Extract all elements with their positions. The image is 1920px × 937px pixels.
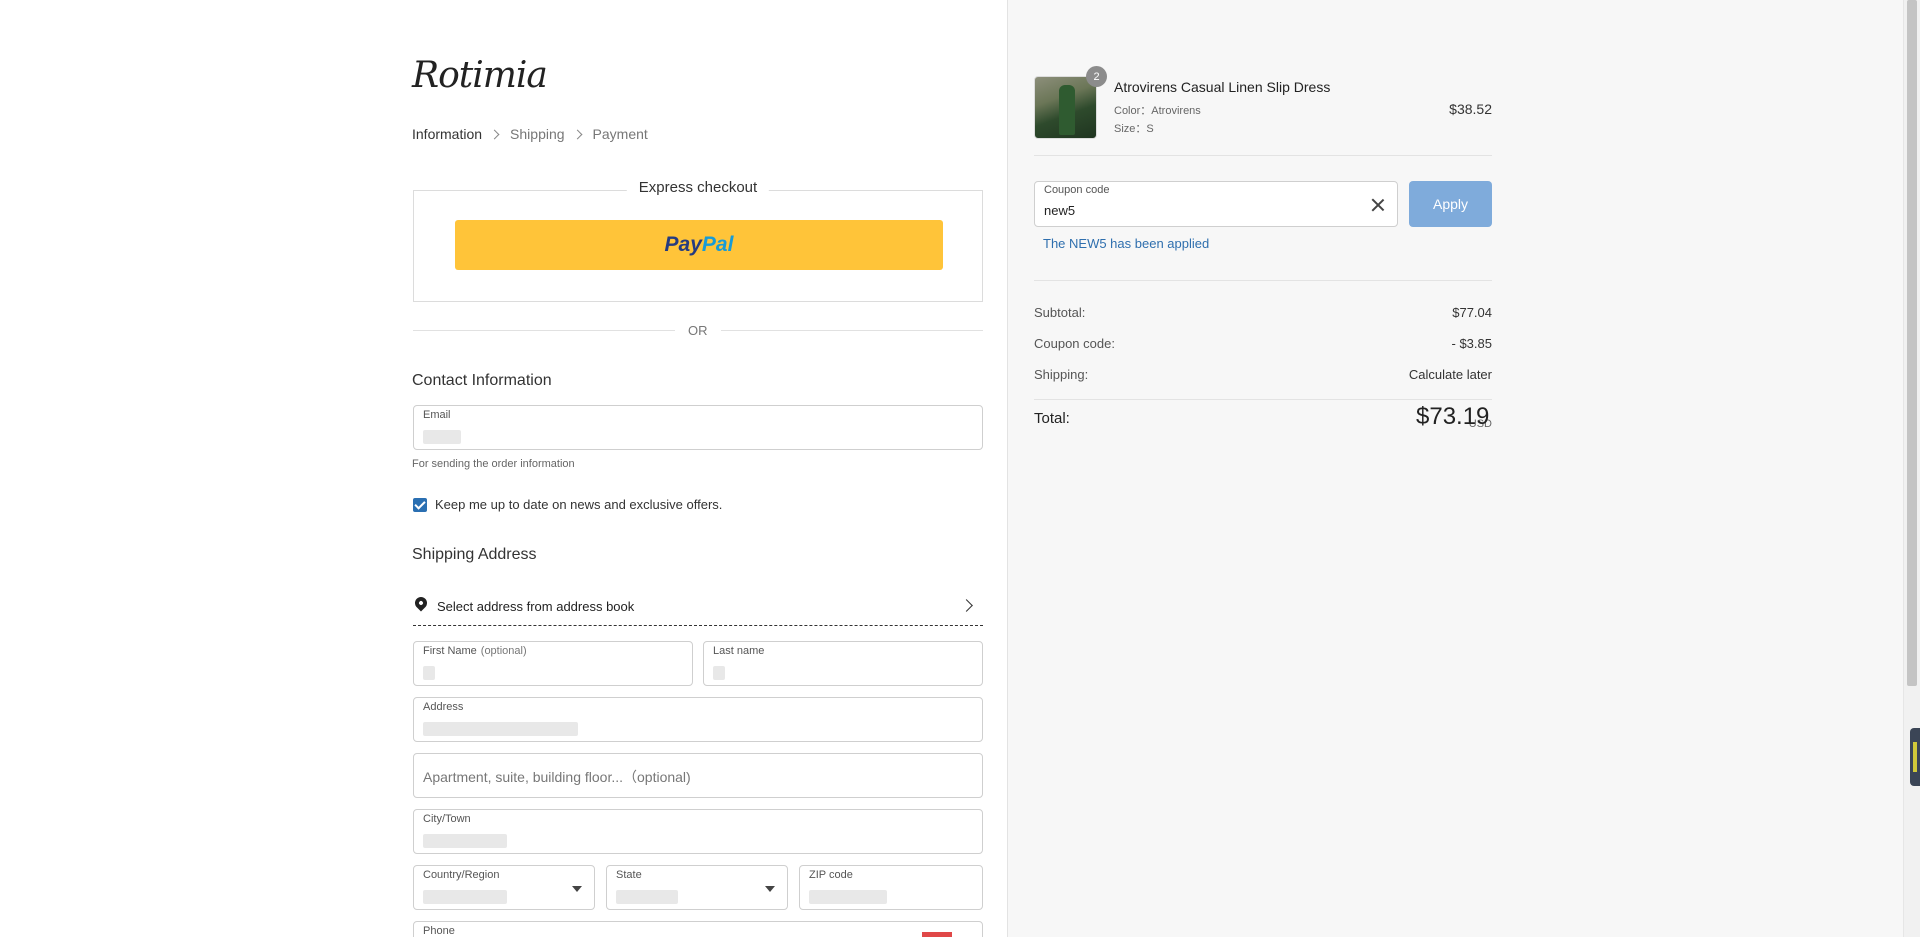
paypal-button[interactable]: Pay Pal xyxy=(455,220,943,270)
city-label: City/Town xyxy=(423,813,471,825)
email-helper-text: For sending the order information xyxy=(412,458,575,470)
newsletter-label: Keep me up to date on news and exclusive… xyxy=(435,497,723,512)
breadcrumb: Information Shipping Payment xyxy=(412,126,648,142)
product-image xyxy=(1034,76,1097,139)
summary-divider xyxy=(1034,280,1492,281)
shipping-row: Shipping: Calculate later xyxy=(1034,367,1492,382)
first-name-field[interactable]: First Name (optional) xyxy=(413,641,693,686)
subtotal-value: $77.04 xyxy=(1452,305,1492,320)
phone-label: Phone xyxy=(423,925,455,937)
last-name-field[interactable]: Last name xyxy=(703,641,983,686)
shipping-section-title: Shipping Address xyxy=(412,546,537,563)
shipping-value: Calculate later xyxy=(1408,367,1492,382)
subtotal-label: Subtotal: xyxy=(1034,305,1086,320)
cart-item: 2 Atrovirens Casual Linen Slip Dress Col… xyxy=(1034,66,1492,156)
express-checkout-box: Express checkout Pay Pal xyxy=(413,179,983,302)
coupon-discount-value: - $3.85 xyxy=(1451,336,1492,351)
chevron-right-icon xyxy=(489,129,500,139)
product-size: Size：S xyxy=(1114,123,1154,135)
product-price: $38.52 xyxy=(1449,101,1492,117)
scrollbar-thumb[interactable] xyxy=(1907,0,1917,686)
close-icon[interactable] xyxy=(1371,198,1385,212)
total-value: $73.19 xyxy=(1416,403,1490,430)
city-value-redacted xyxy=(423,834,507,848)
country-select[interactable]: Country/Region xyxy=(413,865,595,910)
apartment-field[interactable]: Apartment, suite, building floor...（opti… xyxy=(413,753,983,798)
state-value-redacted xyxy=(616,890,678,904)
apply-coupon-button[interactable]: Apply xyxy=(1409,181,1492,227)
coupon-value: new5 xyxy=(1044,203,1076,218)
caret-down-icon xyxy=(572,886,582,892)
breadcrumb-payment: Payment xyxy=(592,126,648,142)
total-label: Total: xyxy=(1034,410,1070,427)
breadcrumb-information[interactable]: Information xyxy=(412,126,482,142)
newsletter-checkbox-row[interactable]: Keep me up to date on news and exclusive… xyxy=(413,497,722,512)
address-value-redacted xyxy=(423,722,578,736)
state-select[interactable]: State xyxy=(606,865,788,910)
city-field[interactable]: City/Town xyxy=(413,809,983,854)
side-widget-tab[interactable] xyxy=(1910,728,1920,786)
paypal-logo-part1: Pay xyxy=(664,233,702,256)
email-field-label: Email xyxy=(423,409,451,421)
address-label: Address xyxy=(423,701,464,713)
product-name: Atrovirens Casual Linen Slip Dress xyxy=(1114,79,1331,95)
zip-value-redacted xyxy=(809,890,887,904)
location-pin-icon xyxy=(412,594,430,611)
last-name-label: Last name xyxy=(713,645,765,657)
express-checkout-title: Express checkout xyxy=(626,179,770,196)
country-label: Country/Region xyxy=(423,869,500,881)
coupon-label: Coupon code xyxy=(1044,184,1110,196)
coupon-discount-row: Coupon code: - $3.85 xyxy=(1034,336,1492,351)
page-scrollbar[interactable] xyxy=(1903,0,1920,937)
checkout-form-column: Rotimia Information Shipping Payment Exp… xyxy=(0,0,1007,937)
contact-section-title: Contact Information xyxy=(412,372,552,389)
coupon-code-field[interactable]: Coupon code new5 xyxy=(1034,181,1398,227)
apartment-placeholder: Apartment, suite, building floor...（opti… xyxy=(423,769,691,785)
product-color: Color：Atrovirens xyxy=(1114,105,1201,117)
country-flag-icon[interactable] xyxy=(922,932,952,937)
coupon-applied-message: The NEW5 has been applied xyxy=(1043,236,1210,251)
last-name-value-redacted xyxy=(713,666,725,680)
breadcrumb-shipping: Shipping xyxy=(510,126,565,142)
brand-logo[interactable]: Rotimia xyxy=(412,55,548,96)
subtotal-row: Subtotal: $77.04 xyxy=(1034,305,1492,320)
first-name-label: First Name (optional) xyxy=(423,645,527,657)
address-book-selector[interactable]: Select address from address book xyxy=(412,588,983,626)
chevron-right-icon xyxy=(960,599,973,612)
chevron-right-icon xyxy=(572,129,582,139)
caret-down-icon xyxy=(765,886,775,892)
coupon-discount-label: Coupon code: xyxy=(1034,336,1115,351)
state-label: State xyxy=(616,869,642,881)
shipping-label: Shipping: xyxy=(1034,367,1089,382)
newsletter-checkbox[interactable] xyxy=(413,497,427,512)
country-value-redacted xyxy=(423,890,507,904)
zip-field[interactable]: ZIP code xyxy=(799,865,983,910)
first-name-value-redacted xyxy=(423,666,435,680)
phone-field[interactable]: Phone xyxy=(413,921,983,937)
quantity-badge: 2 xyxy=(1086,66,1107,87)
address-field[interactable]: Address xyxy=(413,697,983,742)
paypal-logo-part2: Pal xyxy=(701,233,734,256)
email-field[interactable]: Email xyxy=(413,405,983,450)
or-divider-text: OR xyxy=(675,323,721,338)
email-value-redacted xyxy=(423,430,461,444)
address-book-label: Select address from address book xyxy=(437,599,635,614)
zip-label: ZIP code xyxy=(809,869,853,881)
total-divider xyxy=(1034,399,1492,400)
